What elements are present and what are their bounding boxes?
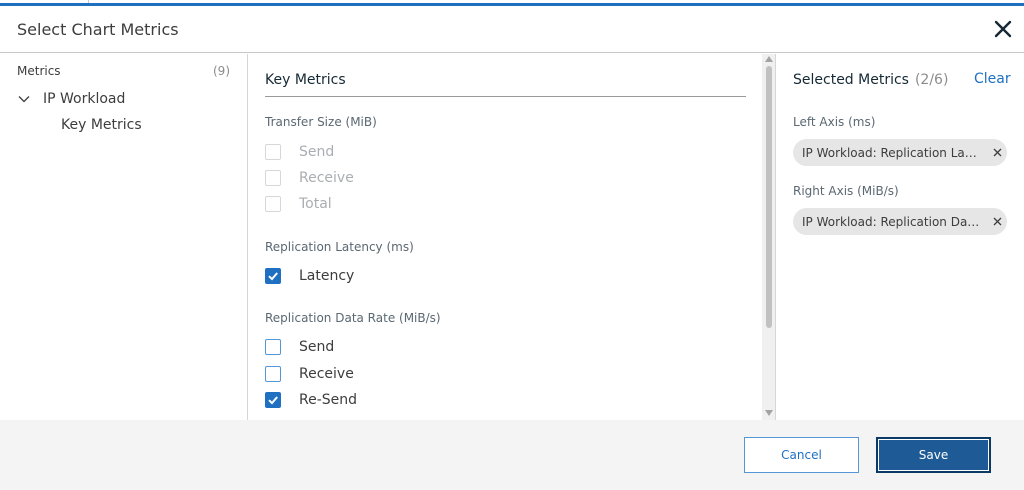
save-button[interactable]: Save [876, 437, 991, 473]
checkbox-box [265, 144, 281, 160]
checkbox-transfer-send[interactable]: Send [265, 143, 334, 161]
panel-title: Key Metrics [265, 72, 346, 88]
remove-chip-icon[interactable] [990, 146, 1004, 160]
checkbox-label: Receive [299, 170, 354, 186]
selected-metrics-label: Selected Metrics [793, 72, 909, 88]
tree-item-label: IP Workload [43, 91, 126, 107]
key-metrics-panel: Key Metrics Transfer Size (MiB) Send Rec… [248, 54, 776, 420]
checkbox-box [265, 392, 281, 408]
scroll-up-arrow-icon[interactable] [765, 56, 773, 62]
group-label-replication-data-rate: Replication Data Rate (MiB/s) [265, 311, 441, 325]
remove-chip-icon[interactable] [990, 215, 1004, 229]
dialog-header: Select Chart Metrics [0, 6, 1024, 53]
checkmark-icon [268, 396, 278, 405]
checkbox-box [265, 196, 281, 212]
dialog-title: Select Chart Metrics [17, 20, 179, 39]
checkbox-label: Re-Send [299, 392, 358, 408]
checkbox-latency[interactable]: Latency [265, 267, 354, 285]
group-label-replication-latency: Replication Latency (ms) [265, 240, 414, 254]
dialog-footer: Cancel Save [0, 420, 1024, 490]
chip-label: IP Workload: Replication Latency [802, 145, 980, 160]
chip-label: IP Workload: Replication Data Rate [802, 214, 980, 229]
checkbox-rate-send[interactable]: Send [265, 338, 334, 356]
selected-metrics-panel: Selected Metrics (2/6) Clear Left Axis (m… [777, 54, 1024, 420]
tree-item-key-metrics[interactable]: Key Metrics [61, 117, 142, 133]
chevron-down-icon [18, 96, 30, 103]
group-label-transfer-size: Transfer Size (MiB) [265, 115, 377, 129]
checkbox-label: Send [299, 144, 335, 160]
checkbox-label: Send [299, 339, 335, 355]
panel-title-divider [265, 96, 746, 97]
vertical-scrollbar[interactable] [762, 54, 775, 420]
checkbox-transfer-receive[interactable]: Receive [265, 169, 354, 187]
checkmark-icon [268, 272, 278, 281]
clear-link[interactable]: Clear [974, 71, 1011, 87]
scrollbar-thumb[interactable] [766, 66, 772, 328]
checkbox-rate-resend[interactable]: Re-Send [265, 391, 357, 409]
selected-metrics-count: (2/6) [914, 72, 949, 88]
tree-item-ip-workload[interactable]: IP Workload [17, 89, 125, 109]
checkbox-box [265, 170, 281, 186]
checkbox-box [265, 339, 281, 355]
checkbox-box [265, 366, 281, 382]
cancel-button[interactable]: Cancel [744, 437, 859, 473]
metrics-tree-panel: Metrics (9) IP Workload Key Metrics [0, 54, 248, 420]
metrics-label: Metrics [17, 64, 61, 78]
left-axis-chip: IP Workload: Replication Latency [793, 139, 1007, 166]
left-axis-label: Left Axis (ms) [793, 115, 876, 129]
scroll-down-arrow-icon[interactable] [765, 410, 773, 416]
checkbox-label: Total [299, 196, 332, 212]
close-icon[interactable] [989, 15, 1017, 43]
checkbox-label: Latency [299, 268, 355, 284]
selected-metrics-title: Selected Metrics (2/6) [793, 72, 948, 88]
checkbox-label: Receive [299, 366, 354, 382]
right-axis-label: Right Axis (MiB/s) [793, 184, 899, 198]
checkbox-transfer-total[interactable]: Total [265, 195, 332, 213]
metrics-count: (9) [213, 64, 230, 78]
checkbox-box [265, 268, 281, 284]
checkbox-rate-receive[interactable]: Receive [265, 365, 354, 383]
right-axis-chip: IP Workload: Replication Data Rate [793, 208, 1007, 235]
